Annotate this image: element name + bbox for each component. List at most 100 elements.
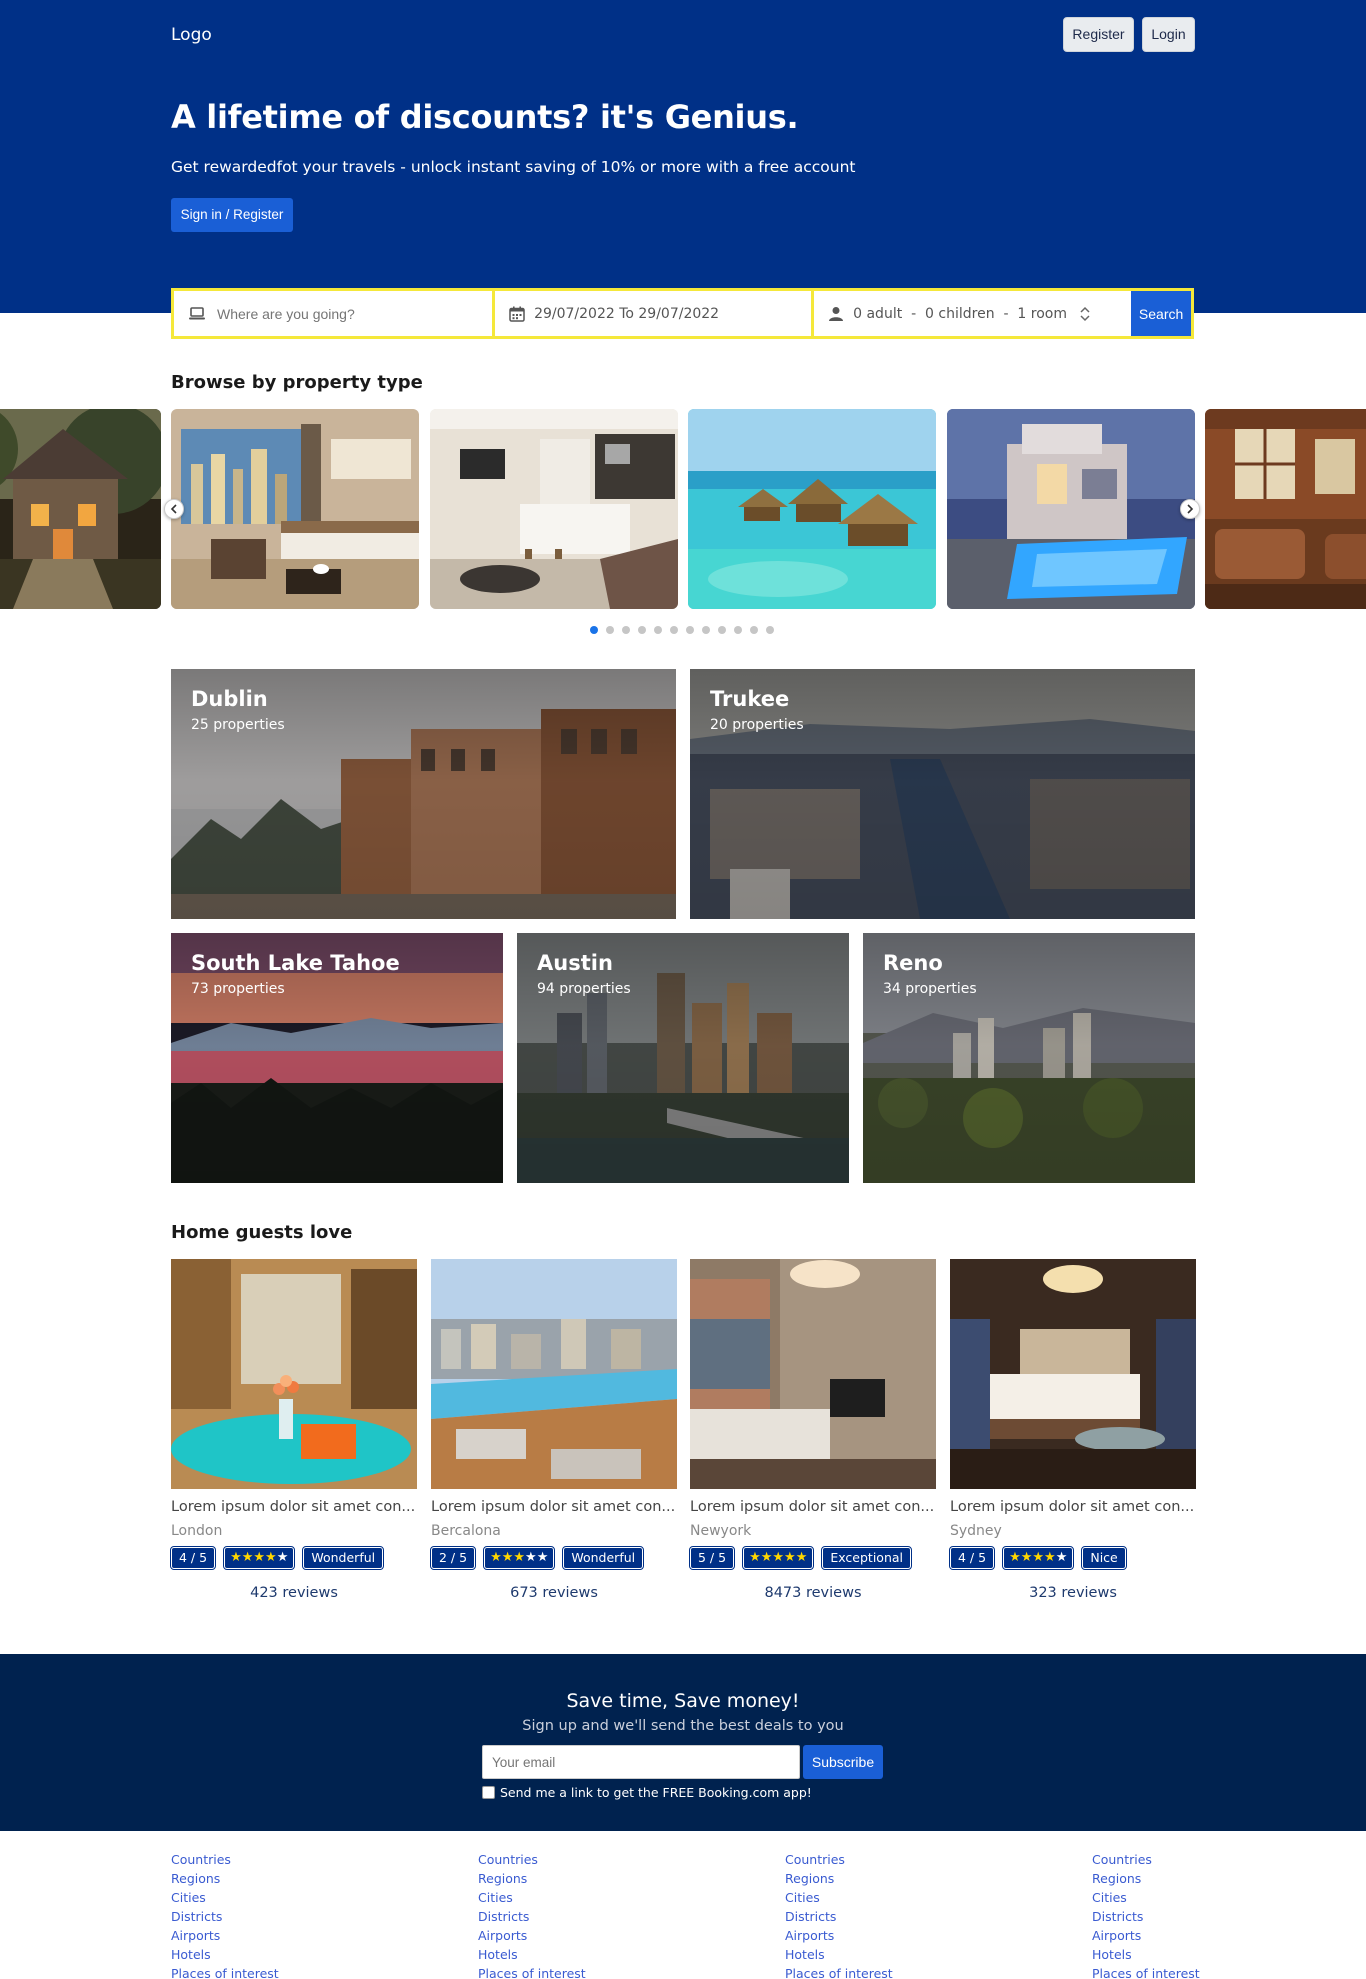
city-card-trukee[interactable]: Trukee 20 properties (690, 669, 1195, 919)
footer-link[interactable]: Hotels (785, 1945, 893, 1964)
city-property-count: 25 properties (191, 717, 285, 733)
footer-link[interactable]: Airports (478, 1926, 586, 1945)
carousel-prev-button[interactable] (164, 499, 184, 519)
footer-link[interactable]: Hotels (1092, 1945, 1200, 1964)
chevron-up-down-icon (1080, 306, 1090, 321)
home-card[interactable]: Lorem ipsum dolor sit amet con... London… (169, 1259, 417, 1601)
home-city: Bercalona (431, 1523, 501, 1539)
score-badge: 4 / 5 (169, 1546, 217, 1570)
register-button[interactable]: Register (1063, 17, 1134, 52)
property-slide[interactable] (688, 409, 936, 609)
footer-link[interactable]: Cities (785, 1888, 893, 1907)
carousel-dot[interactable] (750, 626, 758, 634)
city-name: Dublin (191, 687, 268, 711)
footer-link[interactable]: Cities (478, 1888, 586, 1907)
property-slide[interactable] (947, 409, 1195, 609)
footer-link[interactable]: Countries (171, 1850, 279, 1869)
home-title: Lorem ipsum dolor sit amet con... (950, 1499, 1195, 1515)
property-slide[interactable] (1205, 409, 1366, 609)
footer-link[interactable]: Airports (785, 1926, 893, 1945)
star-rating: ★ ★ ★ ★ ★ (1002, 1546, 1075, 1570)
carousel-dot[interactable] (606, 626, 614, 634)
email-input[interactable] (482, 1745, 800, 1779)
footer-link[interactable]: Airports (171, 1926, 279, 1945)
property-slide[interactable] (171, 409, 419, 609)
property-slide[interactable] (0, 409, 161, 609)
carousel-dot[interactable] (638, 626, 646, 634)
footer-link[interactable]: Hotels (171, 1945, 279, 1964)
rating-label: Wonderful (562, 1546, 645, 1570)
footer-column: Countries Regions Cities Districts Airpo… (171, 1850, 279, 1979)
footer-link[interactable]: Regions (1092, 1869, 1200, 1888)
home-card[interactable]: Lorem ipsum dolor sit amet con... Sydney… (948, 1259, 1196, 1601)
footer-link[interactable]: Districts (1092, 1907, 1200, 1926)
footer-link[interactable]: Airports (1092, 1926, 1200, 1945)
calendar-icon (509, 306, 525, 322)
search-button[interactable]: Search (1131, 291, 1192, 336)
footer-link[interactable]: Countries (1092, 1850, 1200, 1869)
footer-link[interactable]: Places of interest (785, 1964, 893, 1979)
home-card[interactable]: Lorem ipsum dolor sit amet con... Bercal… (429, 1259, 677, 1601)
star-rating: ★ ★ ★ ★ ★ (483, 1546, 556, 1570)
carousel-dot[interactable] (622, 626, 630, 634)
footer-link[interactable]: Districts (478, 1907, 586, 1926)
hero-title: A lifetime of discounts? it's Genius. (171, 98, 799, 136)
carousel-dot[interactable] (718, 626, 726, 634)
property-slide[interactable] (430, 409, 678, 609)
carousel-dot[interactable] (590, 626, 598, 634)
score-badge: 2 / 5 (429, 1546, 477, 1570)
city-name: South Lake Tahoe (191, 951, 400, 975)
carousel-dot[interactable] (734, 626, 742, 634)
date-range-text: 29/07/2022 To 29/07/2022 (534, 305, 720, 322)
hero-banner: Logo Register Login A lifetime of discou… (0, 0, 1366, 313)
city-name: Trukee (710, 687, 790, 711)
footer-link[interactable]: Regions (478, 1869, 586, 1888)
footer-link[interactable]: Regions (785, 1869, 893, 1888)
footer-link[interactable]: Regions (171, 1869, 279, 1888)
footer-link[interactable]: Cities (1092, 1888, 1200, 1907)
review-count: 673 reviews (510, 1585, 598, 1601)
date-field[interactable]: 29/07/2022 To 29/07/2022 (495, 291, 815, 336)
city-card-south-lake-tahoe[interactable]: South Lake Tahoe 73 properties (171, 933, 503, 1183)
city-card-reno[interactable]: Reno 34 properties (863, 933, 1195, 1183)
city-card-dublin[interactable]: Dublin 25 properties (171, 669, 676, 919)
city-property-count: 34 properties (883, 981, 977, 997)
footer-link[interactable]: Countries (478, 1850, 586, 1869)
city-card-austin[interactable]: Austin 94 properties (517, 933, 849, 1183)
footer-link[interactable]: Hotels (478, 1945, 586, 1964)
footer-link[interactable]: Places of interest (171, 1964, 279, 1979)
city-name: Reno (883, 951, 943, 975)
footer-link[interactable]: Places of interest (478, 1964, 586, 1979)
footer-link[interactable]: Countries (785, 1850, 893, 1869)
carousel-dot[interactable] (766, 626, 774, 634)
review-count: 8473 reviews (764, 1585, 862, 1601)
home-city: London (171, 1523, 223, 1539)
carousel-dot[interactable] (654, 626, 662, 634)
guests-text: 0 adult - 0 children - 1 room (853, 305, 1068, 322)
app-link-checkbox[interactable] (482, 1786, 495, 1799)
carousel-dot[interactable] (702, 626, 710, 634)
home-card[interactable]: Lorem ipsum dolor sit amet con... Newyor… (688, 1259, 936, 1601)
home-city: Newyork (690, 1523, 752, 1539)
carousel-dot[interactable] (686, 626, 694, 634)
hero-subtitle: Get rewardedfot your travels - unlock in… (171, 158, 856, 176)
city-name: Austin (537, 951, 613, 975)
footer-link[interactable]: Districts (171, 1907, 279, 1926)
home-city: Sydney (950, 1523, 1002, 1539)
carousel-dot[interactable] (670, 626, 678, 634)
carousel-next-button[interactable] (1180, 499, 1200, 519)
destination-input[interactable] (217, 305, 437, 322)
footer-link[interactable]: Cities (171, 1888, 279, 1907)
footer-link[interactable]: Districts (785, 1907, 893, 1926)
property-type-title: Browse by property type (171, 372, 423, 393)
destination-field[interactable] (174, 291, 496, 336)
newsletter-subtitle: Sign up and we'll send the best deals to… (522, 1718, 844, 1734)
footer-link[interactable]: Places of interest (1092, 1964, 1200, 1979)
logo[interactable]: Logo (171, 25, 212, 45)
login-button[interactable]: Login (1142, 17, 1195, 52)
guests-field[interactable]: 0 adult - 0 children - 1 room (814, 291, 1131, 336)
subscribe-button[interactable]: Subscribe (803, 1745, 883, 1779)
score-badge: 4 / 5 (948, 1546, 996, 1570)
star-rating: ★ ★ ★ ★ ★ (742, 1546, 815, 1570)
sign-in-register-button[interactable]: Sign in / Register (171, 198, 293, 232)
